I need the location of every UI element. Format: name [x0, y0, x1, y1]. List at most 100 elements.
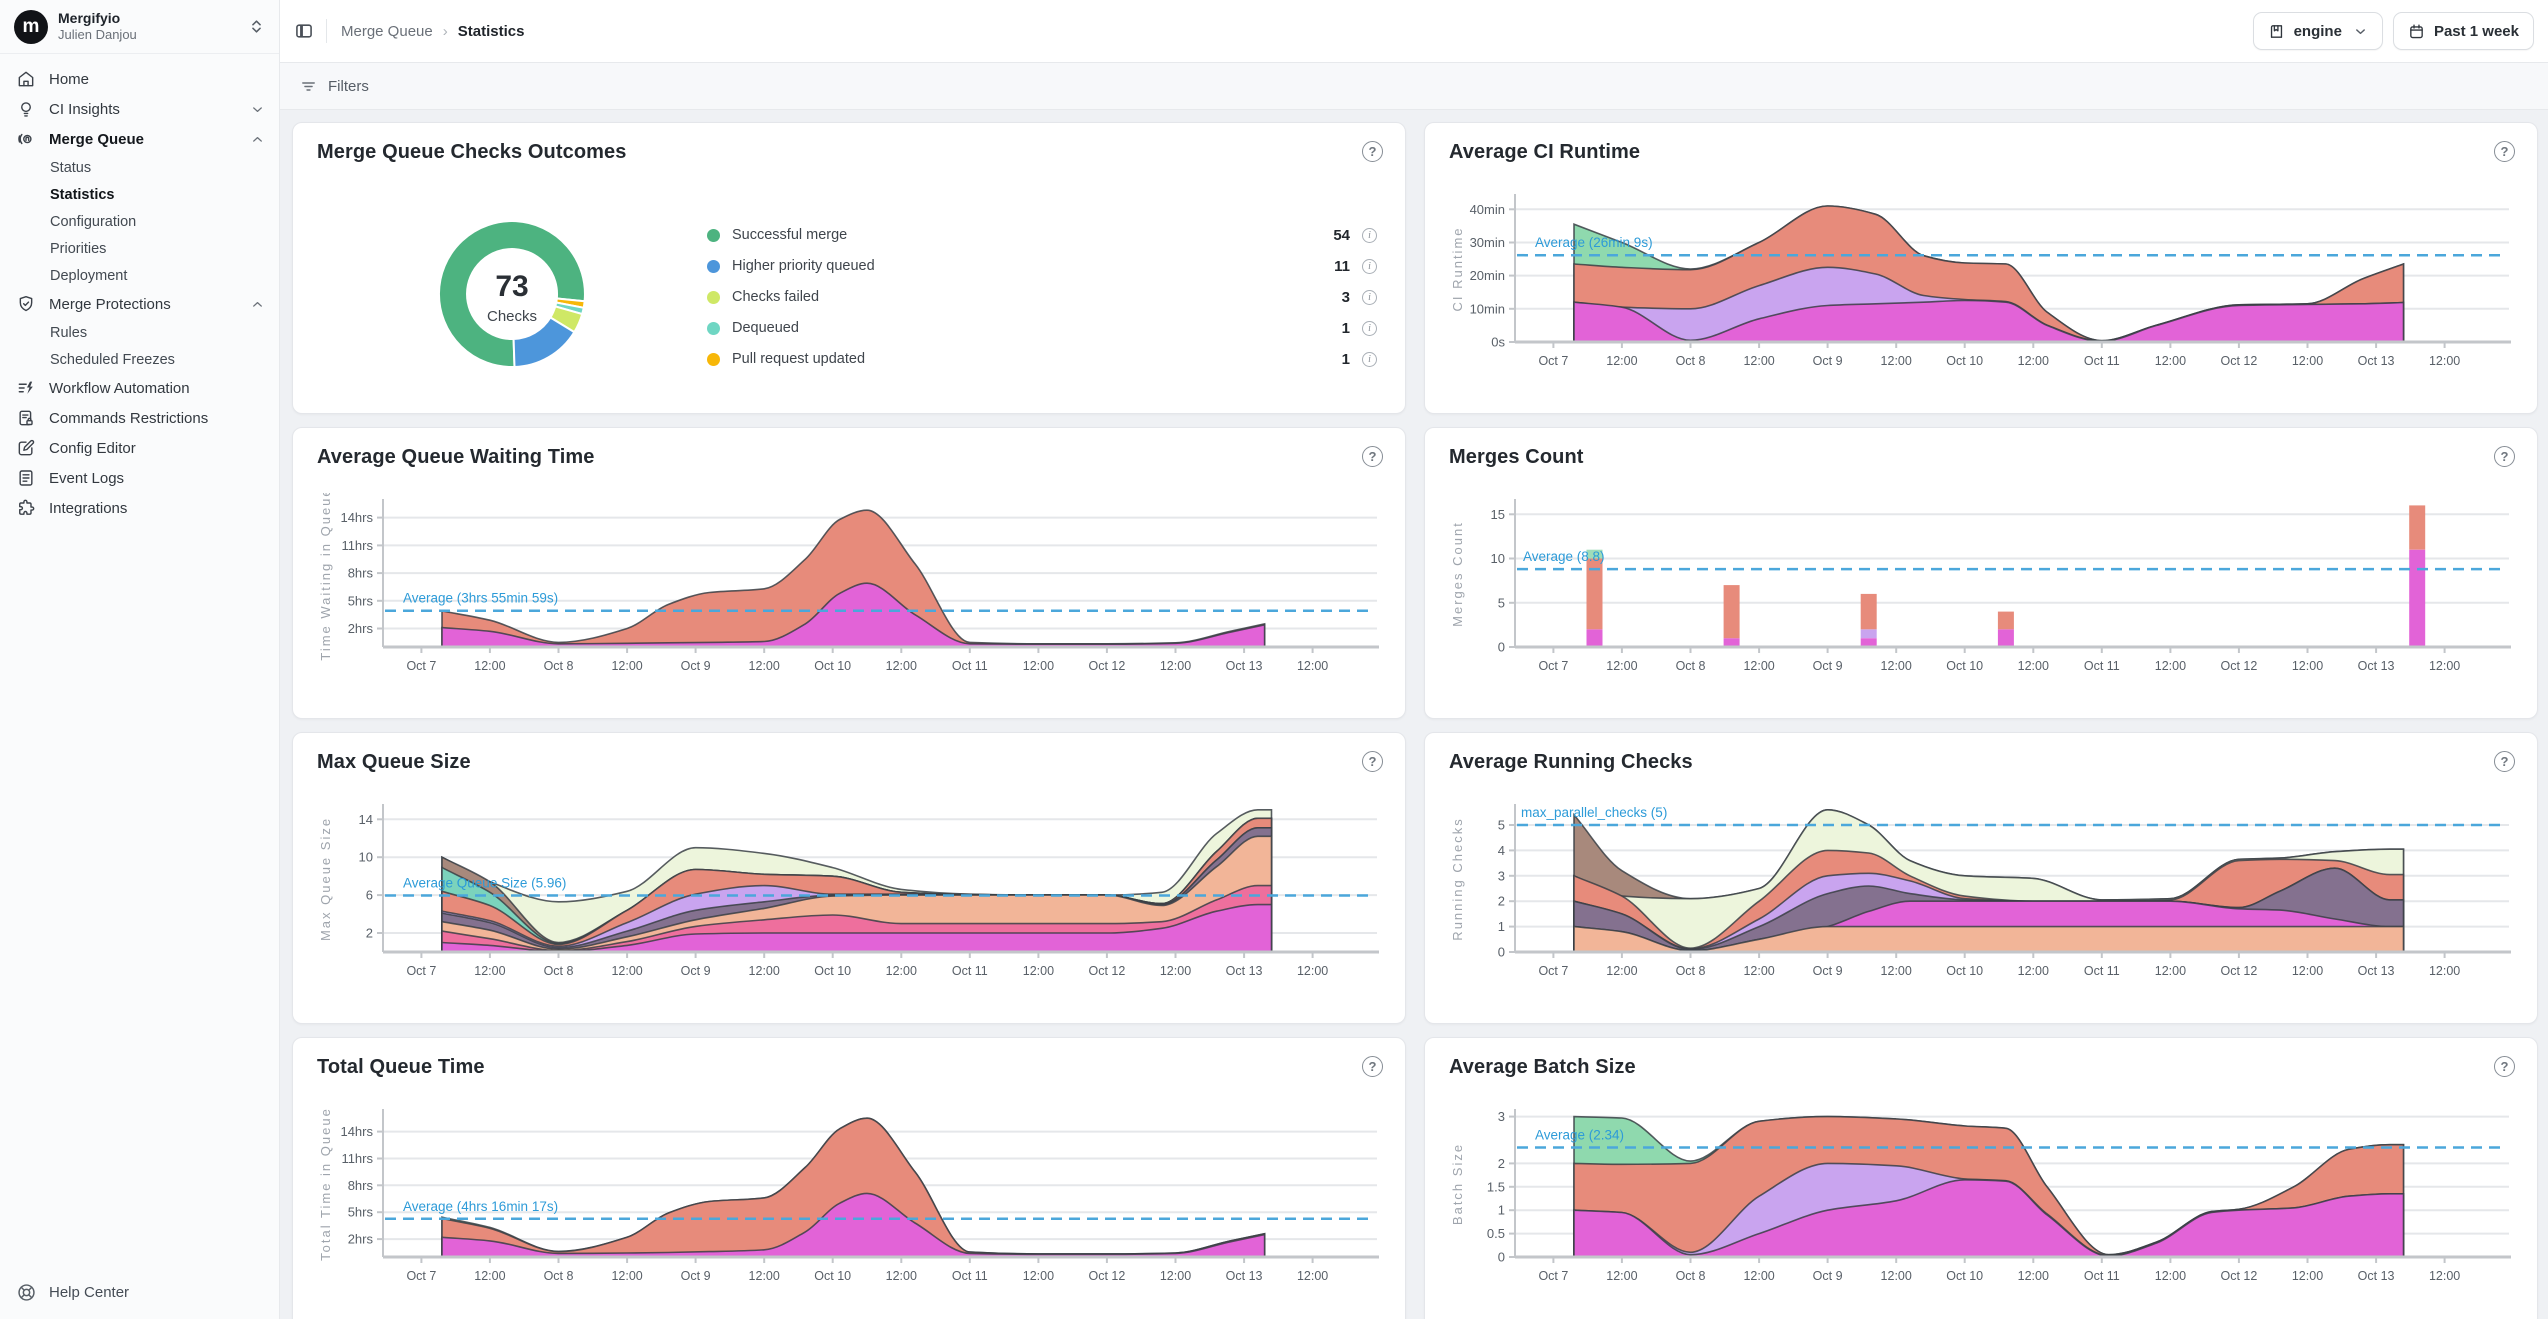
svg-text:11hrs: 11hrs [341, 538, 373, 553]
svg-text:Oct 8: Oct 8 [544, 659, 574, 673]
legend-value: 1 [1320, 351, 1350, 368]
sidebar-item-statistics[interactable]: Statistics [0, 181, 279, 208]
svg-text:12:00: 12:00 [1743, 354, 1774, 368]
card-title: Average Batch Size [1449, 1056, 2513, 1079]
svg-text:12:00: 12:00 [1881, 659, 1912, 673]
svg-text:12:00: 12:00 [1743, 964, 1774, 978]
chart-area: 261014Oct 712:00Oct 812:00Oct 912:00Oct … [317, 798, 1381, 998]
topbar: Merge Queue › Statistics engine [280, 0, 2548, 63]
svg-text:5hrs: 5hrs [348, 593, 374, 608]
svg-text:Oct 8: Oct 8 [1676, 964, 1706, 978]
svg-text:15: 15 [1491, 507, 1505, 522]
chevron-down-icon [2353, 24, 2368, 39]
workflow-icon [16, 378, 36, 398]
sidebar-item-workflow-automation[interactable]: Workflow Automation [0, 373, 279, 403]
svg-text:12:00: 12:00 [611, 659, 642, 673]
sidebar-item-priorities[interactable]: Priorities [0, 235, 279, 262]
repository-icon [2268, 23, 2285, 40]
svg-text:Oct 8: Oct 8 [544, 964, 574, 978]
svg-text:12:00: 12:00 [2155, 354, 2186, 368]
help-circle-icon[interactable]: ? [1362, 751, 1383, 772]
card-title: Average Running Checks [1449, 751, 2513, 774]
date-range-button[interactable]: Past 1 week [2393, 12, 2534, 50]
sidebar-item-event-logs[interactable]: Event Logs [0, 463, 279, 493]
sidebar-item-scheduled-freezes[interactable]: Scheduled Freezes [0, 346, 279, 373]
puzzle-icon [16, 498, 36, 518]
workspace-name: Mergifyio [58, 10, 137, 28]
svg-text:Oct 7: Oct 7 [406, 964, 436, 978]
sidebar-item-label: Event Logs [49, 470, 124, 487]
help-circle-icon[interactable]: ? [1362, 141, 1383, 162]
sidebar-item-merge-queue[interactable]: Merge Queue [0, 124, 279, 154]
svg-text:12:00: 12:00 [474, 964, 505, 978]
y-axis-title: Max Queue Size [318, 817, 333, 941]
breadcrumb-parent[interactable]: Merge Queue [341, 23, 433, 40]
help-circle-icon[interactable]: ? [1362, 446, 1383, 467]
commands-icon [16, 408, 36, 428]
chart-area: 2hrs5hrs8hrs11hrs14hrsOct 712:00Oct 812:… [317, 493, 1381, 693]
help-circle-icon[interactable]: ? [2494, 1056, 2515, 1077]
workspace-switcher[interactable]: m Mergifyio Julien Danjou [0, 0, 279, 53]
repository-select[interactable]: engine [2253, 12, 2383, 50]
sidebar-item-rules[interactable]: Rules [0, 319, 279, 346]
legend-value: 11 [1320, 258, 1350, 275]
sidebar-item-ci-insights[interactable]: CI Insights [0, 94, 279, 124]
card-merge-queue-checks-outcomes: Merge Queue Checks Outcomes?73ChecksSucc… [292, 122, 1406, 414]
svg-text:11hrs: 11hrs [341, 1151, 373, 1166]
card-average-running-checks: Average Running Checks?012345Oct 712:00O… [1424, 732, 2538, 1024]
sidebar-item-label: CI Insights [49, 101, 120, 118]
svg-text:12:00: 12:00 [1606, 659, 1637, 673]
help-center-link[interactable]: Help Center [16, 1282, 129, 1303]
svg-text:12:00: 12:00 [1881, 354, 1912, 368]
card-average-ci-runtime: Average CI Runtime?0s10min20min30min40mi… [1424, 122, 2538, 414]
chevron-down-icon[interactable] [250, 102, 265, 117]
svg-text:3: 3 [1498, 868, 1505, 883]
svg-text:Oct 10: Oct 10 [814, 659, 851, 673]
svg-text:6: 6 [366, 888, 373, 903]
svg-text:14hrs: 14hrs [340, 510, 373, 525]
svg-text:Oct 13: Oct 13 [2358, 659, 2395, 673]
svg-text:12:00: 12:00 [2292, 354, 2323, 368]
filters-button[interactable]: Filters [328, 78, 369, 95]
chevron-up-icon[interactable] [250, 132, 265, 147]
sidebar-item-merge-protections[interactable]: Merge Protections [0, 289, 279, 319]
info-icon[interactable]: i [1362, 321, 1377, 336]
sidebar-item-commands-restrictions[interactable]: Commands Restrictions [0, 403, 279, 433]
svg-text:3: 3 [1498, 1109, 1505, 1124]
legend-value: 1 [1320, 320, 1350, 337]
svg-text:8hrs: 8hrs [348, 566, 374, 581]
main-column: Merge Queue › Statistics engine [280, 0, 2548, 1319]
sidebar-item-status[interactable]: Status [0, 154, 279, 181]
legend-dot [707, 229, 720, 242]
svg-text:12:00: 12:00 [2429, 659, 2460, 673]
help-circle-icon[interactable]: ? [2494, 751, 2515, 772]
info-icon[interactable]: i [1362, 290, 1377, 305]
help-circle-icon[interactable]: ? [1362, 1056, 1383, 1077]
sidebar-item-integrations[interactable]: Integrations [0, 493, 279, 523]
svg-text:12:00: 12:00 [2292, 1269, 2323, 1283]
svg-text:0: 0 [1498, 1250, 1505, 1265]
chart-svg: 012345Oct 712:00Oct 812:00Oct 912:00Oct … [1449, 798, 2513, 998]
donut-chart-svg: 73Checks [317, 188, 707, 406]
sidebar-item-configuration[interactable]: Configuration [0, 208, 279, 235]
svg-text:12:00: 12:00 [886, 1269, 917, 1283]
workspace-meta: Mergifyio Julien Danjou [58, 10, 137, 44]
sidebar-item-deployment[interactable]: Deployment [0, 262, 279, 289]
workspace-switch-icon[interactable] [248, 18, 265, 35]
svg-text:12:00: 12:00 [1881, 1269, 1912, 1283]
breadcrumb: Merge Queue › Statistics [341, 23, 524, 40]
sidebar-item-config-editor[interactable]: Config Editor [0, 433, 279, 463]
legend-item: Pull request updated1i [707, 351, 1377, 368]
help-circle-icon[interactable]: ? [2494, 446, 2515, 467]
svg-text:12:00: 12:00 [749, 659, 780, 673]
info-icon[interactable]: i [1362, 259, 1377, 274]
info-icon[interactable]: i [1362, 352, 1377, 367]
svg-text:Oct 9: Oct 9 [1813, 964, 1843, 978]
average-line-label: Average (8.8) [1523, 549, 1605, 564]
help-circle-icon[interactable]: ? [2494, 141, 2515, 162]
chevron-up-icon[interactable] [250, 297, 265, 312]
average-line-label: Average (4hrs 16min 17s) [403, 1199, 558, 1214]
sidebar-toggle-icon[interactable] [292, 19, 316, 43]
info-icon[interactable]: i [1362, 228, 1377, 243]
sidebar-item-home[interactable]: Home [0, 64, 279, 94]
